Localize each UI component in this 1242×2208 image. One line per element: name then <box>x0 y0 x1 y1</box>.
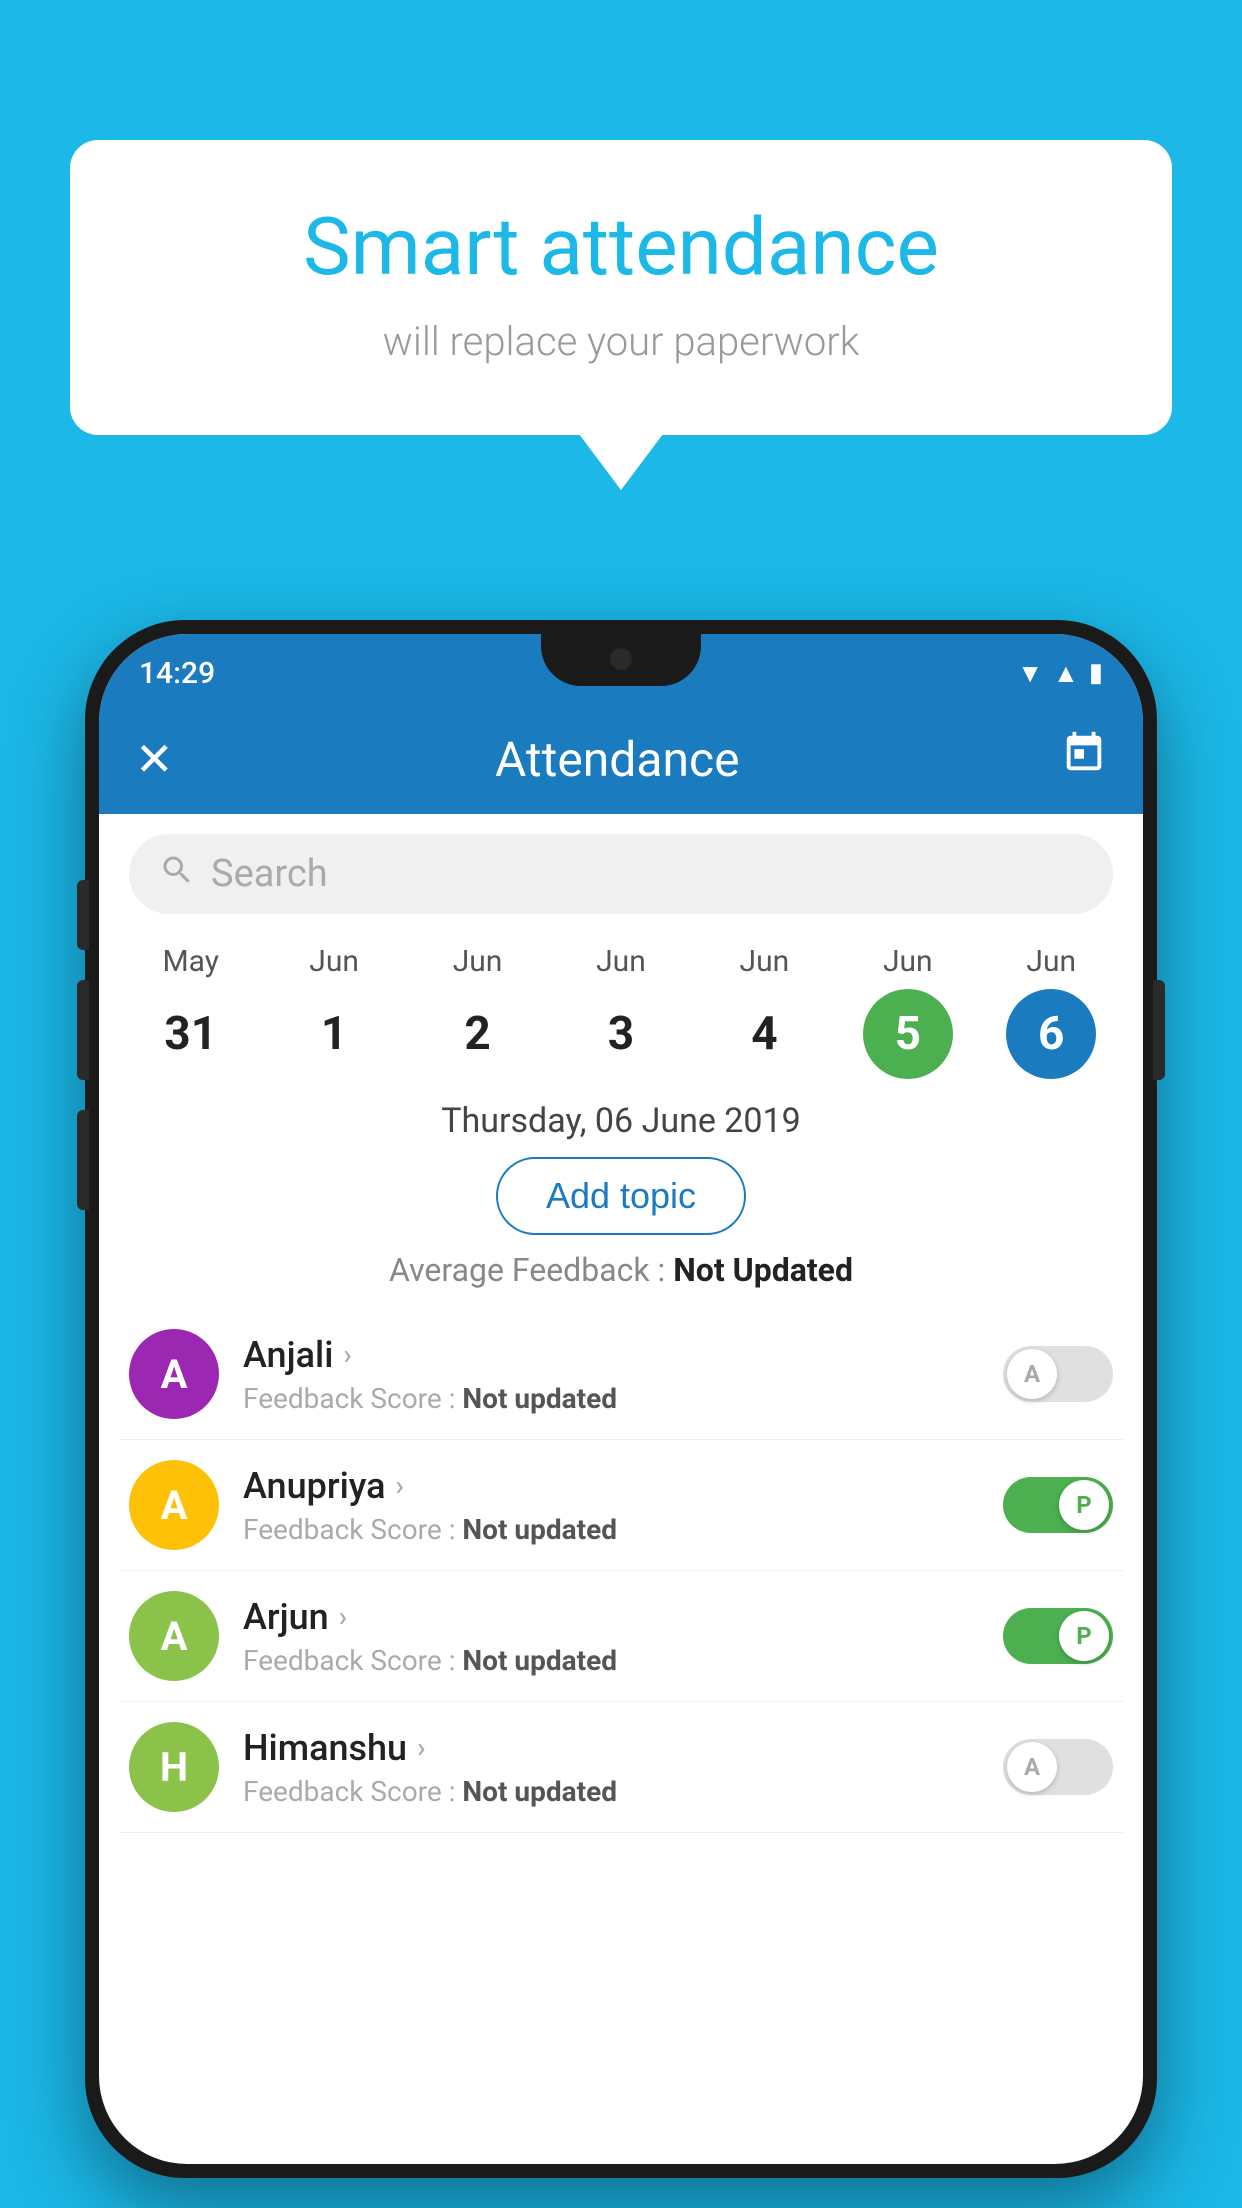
student-feedback: Feedback Score : Not updated <box>243 1513 1003 1546</box>
cal-date-number[interactable]: 2 <box>433 989 523 1079</box>
attendance-toggle[interactable]: A <box>1003 1739 1113 1795</box>
wifi-icon: ▼ <box>1017 658 1043 689</box>
cal-date-number[interactable]: 5 <box>863 989 953 1079</box>
calendar-day-6[interactable]: Jun 6 <box>986 944 1116 1079</box>
chevron-right-icon: › <box>417 1731 425 1764</box>
toggle-knob: P <box>1059 1480 1109 1530</box>
student-item: A Arjun› Feedback Score : Not updated P <box>119 1571 1123 1702</box>
search-placeholder: Search <box>211 852 328 896</box>
student-info: Himanshu› Feedback Score : Not updated <box>243 1727 1003 1808</box>
cal-month-label: Jun <box>740 944 790 979</box>
calendar-day-2[interactable]: Jun 2 <box>413 944 543 1079</box>
student-feedback: Feedback Score : Not updated <box>243 1775 1003 1808</box>
cal-date-number[interactable]: 4 <box>719 989 809 1079</box>
student-info: Anjali› Feedback Score : Not updated <box>243 1334 1003 1415</box>
calendar-day-4[interactable]: Jun 4 <box>699 944 829 1079</box>
chevron-right-icon: › <box>396 1469 404 1502</box>
calendar-button[interactable] <box>1061 730 1107 788</box>
camera-cutout <box>610 648 632 670</box>
speech-bubble-subtitle: will replace your paperwork <box>150 318 1092 365</box>
cal-month-label: Jun <box>883 944 933 979</box>
app-bar-title: Attendance <box>495 731 740 788</box>
cal-month-label: Jun <box>309 944 359 979</box>
chevron-right-icon: › <box>343 1338 351 1371</box>
cal-date-number[interactable]: 31 <box>146 989 236 1079</box>
toggle-knob: A <box>1007 1742 1057 1792</box>
cal-month-label: Jun <box>1026 944 1076 979</box>
signal-icon: ▲ <box>1053 658 1079 689</box>
battery-icon: ▮ <box>1089 658 1103 688</box>
status-icons: ▼ ▲ ▮ <box>1017 658 1103 689</box>
student-avatar: A <box>129 1329 219 1419</box>
calendar-day-5[interactable]: Jun 5 <box>843 944 973 1079</box>
avg-feedback-value: Not Updated <box>673 1251 853 1289</box>
student-info: Anupriya› Feedback Score : Not updated <box>243 1465 1003 1546</box>
cal-date-number[interactable]: 1 <box>289 989 379 1079</box>
chevron-right-icon: › <box>339 1600 347 1633</box>
phone-frame: 14:29 ▼ ▲ ▮ ✕ Attendance S <box>85 620 1157 2178</box>
cal-month-label: May <box>162 944 218 979</box>
app-bar: ✕ Attendance <box>99 704 1143 814</box>
phone-notch <box>541 634 701 686</box>
student-name[interactable]: Anupriya› <box>243 1465 1003 1507</box>
student-avatar: H <box>129 1722 219 1812</box>
attendance-toggle[interactable]: P <box>1003 1608 1113 1664</box>
toggle-knob: A <box>1007 1349 1057 1399</box>
student-name[interactable]: Himanshu› <box>243 1727 1003 1769</box>
calendar-day-3[interactable]: Jun 3 <box>556 944 686 1079</box>
side-button-left-1 <box>77 880 89 950</box>
student-item: H Himanshu› Feedback Score : Not updatedA <box>119 1702 1123 1833</box>
avg-feedback-prefix: Average Feedback : <box>389 1251 673 1289</box>
student-item: A Anupriya› Feedback Score : Not updated P <box>119 1440 1123 1571</box>
student-info: Arjun› Feedback Score : Not updated <box>243 1596 1003 1677</box>
speech-bubble: Smart attendance will replace your paper… <box>70 140 1172 435</box>
cal-date-number[interactable]: 3 <box>576 989 666 1079</box>
student-name[interactable]: Arjun› <box>243 1596 1003 1638</box>
search-icon <box>159 852 195 897</box>
attendance-toggle[interactable]: A <box>1003 1346 1113 1402</box>
student-feedback: Feedback Score : Not updated <box>243 1644 1003 1677</box>
calendar-strip: May 31 Jun 1 Jun 2 Jun 3 Jun 4 Jun 5 Jun 6 <box>99 934 1143 1079</box>
student-list: AAnjali›Feedback Score : Not updatedAAAn… <box>99 1309 1143 1833</box>
status-time: 14:29 <box>139 656 215 691</box>
selected-date-label: Thursday, 06 June 2019 <box>99 1101 1143 1141</box>
student-avatar: A <box>129 1460 219 1550</box>
student-item: AAnjali›Feedback Score : Not updatedA <box>119 1309 1123 1440</box>
side-button-left-2 <box>77 980 89 1080</box>
student-name[interactable]: Anjali› <box>243 1334 1003 1376</box>
add-topic-button[interactable]: Add topic <box>496 1157 746 1235</box>
phone-screen: 14:29 ▼ ▲ ▮ ✕ Attendance S <box>99 634 1143 2164</box>
close-button[interactable]: ✕ <box>135 732 174 787</box>
cal-date-number[interactable]: 6 <box>1006 989 1096 1079</box>
speech-bubble-title: Smart attendance <box>150 200 1092 294</box>
student-avatar: A <box>129 1591 219 1681</box>
average-feedback: Average Feedback : Not Updated <box>99 1251 1143 1289</box>
toggle-knob: P <box>1059 1611 1109 1661</box>
speech-bubble-container: Smart attendance will replace your paper… <box>70 140 1172 435</box>
search-bar[interactable]: Search <box>129 834 1113 914</box>
calendar-day-0[interactable]: May 31 <box>126 944 256 1079</box>
side-button-left-3 <box>77 1110 89 1210</box>
side-button-right <box>1153 980 1165 1080</box>
attendance-toggle[interactable]: P <box>1003 1477 1113 1533</box>
student-feedback: Feedback Score : Not updated <box>243 1382 1003 1415</box>
cal-month-label: Jun <box>596 944 646 979</box>
calendar-day-1[interactable]: Jun 1 <box>269 944 399 1079</box>
cal-month-label: Jun <box>453 944 503 979</box>
